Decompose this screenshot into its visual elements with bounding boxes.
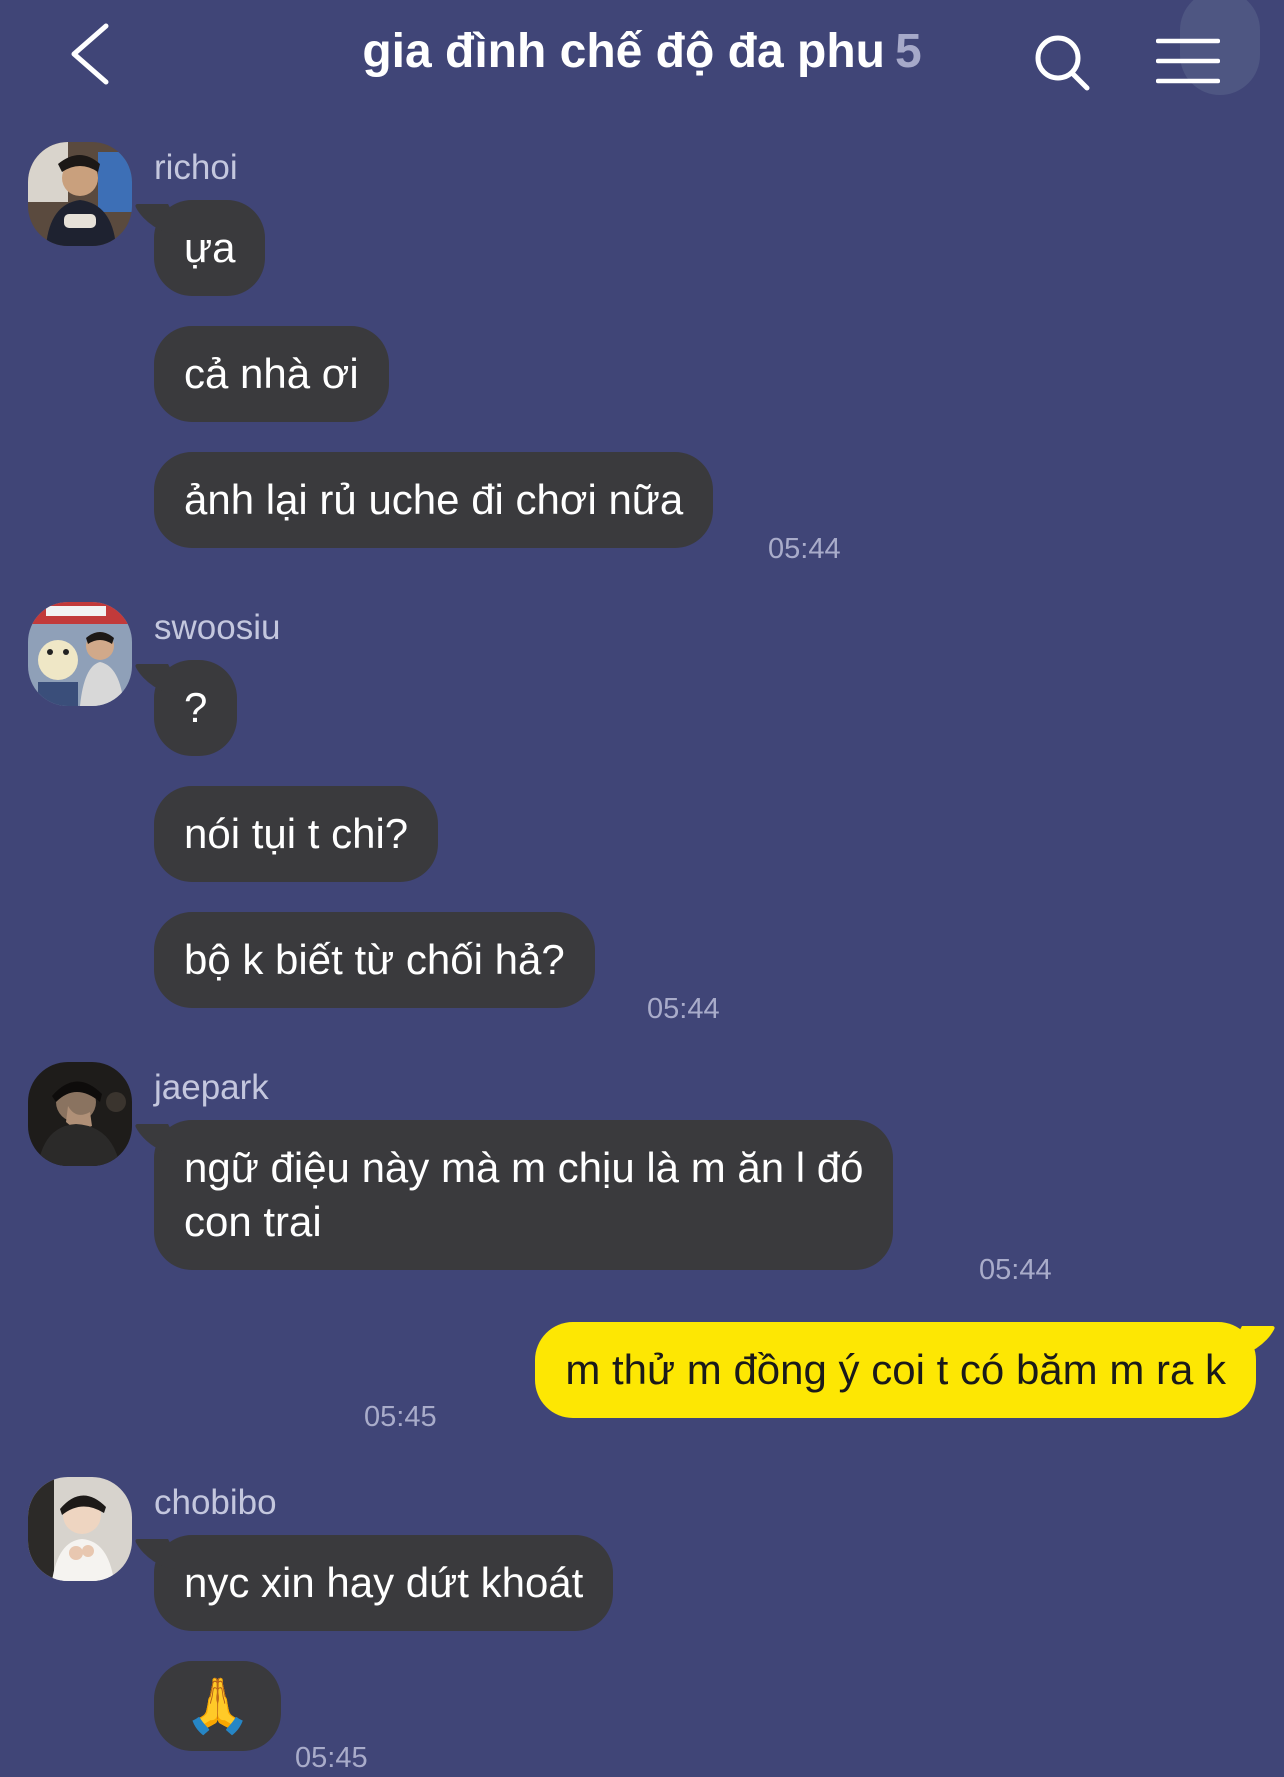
member-count: 5 — [894, 25, 922, 78]
message-line: ngữ điệu này mà m chịu là m ăn l đó — [184, 1144, 864, 1191]
message-timestamp: 05:45 — [295, 1742, 368, 1774]
avatar[interactable] — [28, 1477, 132, 1581]
sender-name: jaepark — [154, 1068, 269, 1107]
emoji-message-bubble[interactable]: 🙏 — [154, 1661, 282, 1751]
message-timestamp: 05:44 — [768, 533, 841, 565]
menu-button[interactable] — [1155, 36, 1221, 86]
message-bubble[interactable]: nyc xin hay dứt khoát — [154, 1535, 614, 1631]
message-timestamp: 05:44 — [979, 1254, 1052, 1286]
sender-name: chobibo — [154, 1483, 277, 1522]
sender-name: swoosiu — [154, 608, 281, 647]
message-line: con trai — [184, 1198, 322, 1245]
message-bubble[interactable]: ựa — [154, 200, 266, 296]
search-icon — [1035, 35, 1090, 91]
message-timestamp: 05:45 — [364, 1401, 437, 1433]
chat-title-text: gia đình chế độ đa phu — [362, 25, 885, 78]
my-message-bubble[interactable]: m thử m đồng ý coi t có băm m ra k — [535, 1322, 1256, 1418]
message-bubble[interactable]: bộ k biết từ chối hả? — [154, 912, 595, 1008]
message-bubble[interactable]: ngữ điệu này mà m chịu là m ăn l đó con … — [154, 1120, 894, 1270]
avatar[interactable] — [28, 1062, 132, 1166]
search-button[interactable] — [1032, 30, 1092, 95]
avatar[interactable] — [28, 142, 132, 246]
avatar[interactable] — [28, 602, 132, 706]
message-timestamp: 05:44 — [647, 993, 720, 1025]
hamburger-menu-icon — [1155, 38, 1221, 84]
message-bubble[interactable]: nói tụi t chi? — [154, 786, 439, 882]
message-bubble[interactable]: ? — [154, 660, 238, 756]
message-bubble[interactable]: ảnh lại rủ uche đi chơi nữa — [154, 452, 714, 548]
chat-header: gia đình chế độ đa phu 5 — [0, 0, 1284, 110]
sender-name: richoi — [154, 148, 238, 187]
message-bubble[interactable]: cả nhà ơi — [154, 326, 389, 422]
